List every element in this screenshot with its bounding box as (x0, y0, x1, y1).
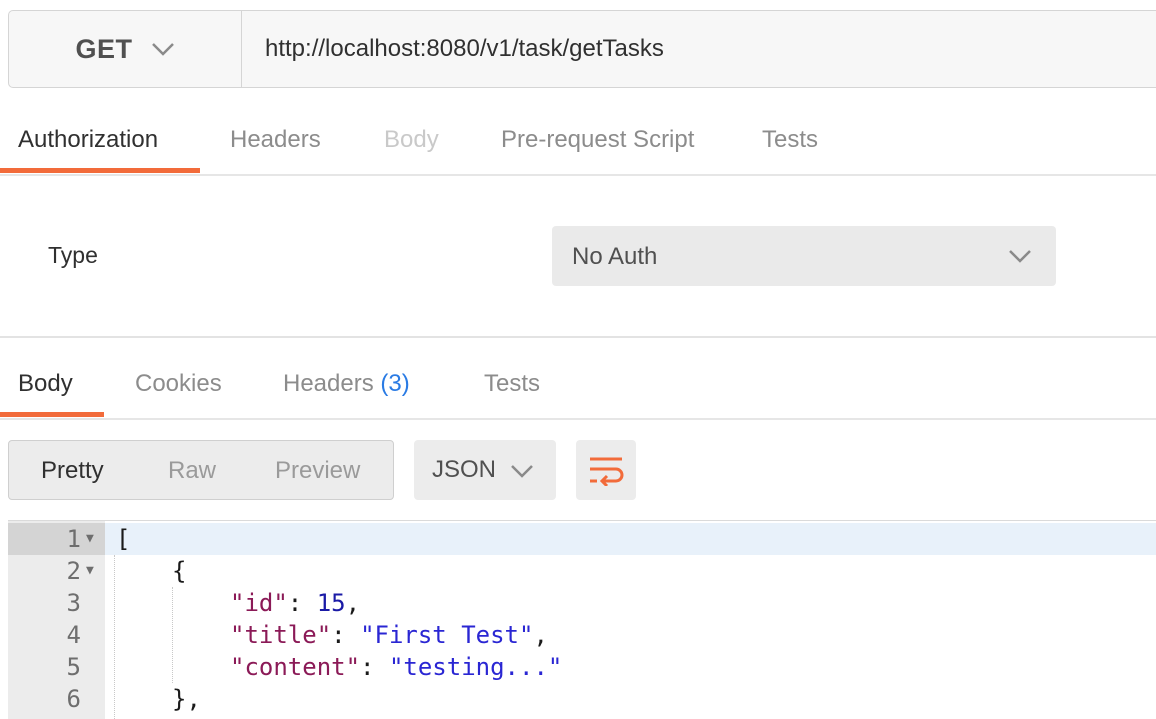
line-number: 4 (66, 621, 81, 649)
json-comma: , (533, 621, 548, 649)
response-tabs: Body Cookies Headers (3) Tests (0, 340, 1156, 420)
view-mode-preview[interactable]: Preview (275, 457, 360, 485)
json-key: "title" (230, 621, 332, 649)
active-tab-indicator (0, 168, 200, 173)
chevron-down-icon (1009, 250, 1031, 263)
line-number: 5 (66, 653, 81, 681)
view-mode-raw[interactable]: Raw (168, 457, 216, 485)
code-line: 3 "id": 15, (8, 587, 1156, 619)
tab-pre-request-script[interactable]: Pre-request Script (501, 126, 694, 154)
tab-tests[interactable]: Tests (762, 126, 818, 154)
tab-cookies[interactable]: Cookies (135, 370, 222, 398)
auth-type-value: No Auth (572, 243, 658, 270)
tab-response-headers-label: Headers (283, 370, 374, 397)
request-bar: GET http://localhost:8080/v1/task/getTas… (8, 10, 1156, 88)
tab-response-body[interactable]: Body (18, 370, 73, 398)
json-number: 15 (316, 589, 346, 617)
json-separator: : (287, 589, 317, 617)
line-number: 3 (66, 589, 81, 617)
tab-body[interactable]: Body (384, 126, 439, 154)
code-line: 4 "title": "First Test", (8, 619, 1156, 651)
json-key: "content" (230, 653, 361, 681)
wrap-lines-button[interactable] (576, 440, 636, 500)
code-line: 6 }, (8, 683, 1156, 715)
json-string: "First Test" (360, 621, 534, 649)
headers-count-badge: (3) (380, 370, 410, 397)
code-line: 1 ▼ [ (8, 523, 1156, 555)
chevron-down-icon (151, 43, 174, 56)
url-input[interactable]: http://localhost:8080/v1/task/getTasks (265, 35, 664, 63)
section-divider (0, 336, 1156, 338)
json-comma: , (345, 589, 361, 617)
wrap-lines-icon (590, 457, 624, 486)
view-mode-group: Pretty Raw Preview (8, 440, 394, 500)
code-line: 2 ▼ { (8, 555, 1156, 587)
code-text: "id": 15, (230, 587, 360, 619)
tab-response-tests[interactable]: Tests (484, 370, 540, 398)
active-tab-indicator (0, 412, 104, 417)
tab-authorization[interactable]: Authorization (18, 126, 158, 154)
code-text: "title": "First Test", (230, 619, 548, 651)
json-key: "id" (230, 589, 288, 617)
format-select[interactable]: JSON (414, 440, 556, 500)
fold-arrow-icon[interactable]: ▼ (86, 555, 94, 587)
response-body-viewer[interactable]: 1 ▼ [ 2 ▼ { 3 "id": 15, 4 "title": "Firs… (8, 520, 1156, 719)
tab-headers[interactable]: Headers (230, 126, 321, 154)
code-text: }, (172, 685, 201, 713)
code-text: [ (116, 525, 131, 553)
json-separator: : (331, 621, 361, 649)
tab-response-headers[interactable]: Headers (3) (283, 370, 410, 398)
chevron-down-icon (511, 465, 533, 478)
code-line: 5 "content": "testing..." (8, 651, 1156, 683)
auth-type-select[interactable]: No Auth (552, 226, 1056, 286)
indent-guide (172, 587, 173, 683)
auth-type-label: Type (48, 242, 98, 268)
code-text: "content": "testing..." (230, 651, 562, 683)
method-select[interactable]: GET (9, 11, 242, 87)
indent-guide (114, 555, 115, 719)
json-string: "testing..." (388, 653, 563, 681)
fold-arrow-icon[interactable]: ▼ (86, 523, 94, 555)
request-tabs: Authorization Headers Body Pre-request S… (0, 96, 1156, 176)
json-separator: : (360, 653, 389, 681)
method-label: GET (75, 33, 133, 64)
format-label: JSON (432, 456, 497, 483)
code-text: { (172, 557, 187, 585)
view-mode-pretty[interactable]: Pretty (41, 457, 104, 485)
line-number: 6 (66, 685, 81, 713)
